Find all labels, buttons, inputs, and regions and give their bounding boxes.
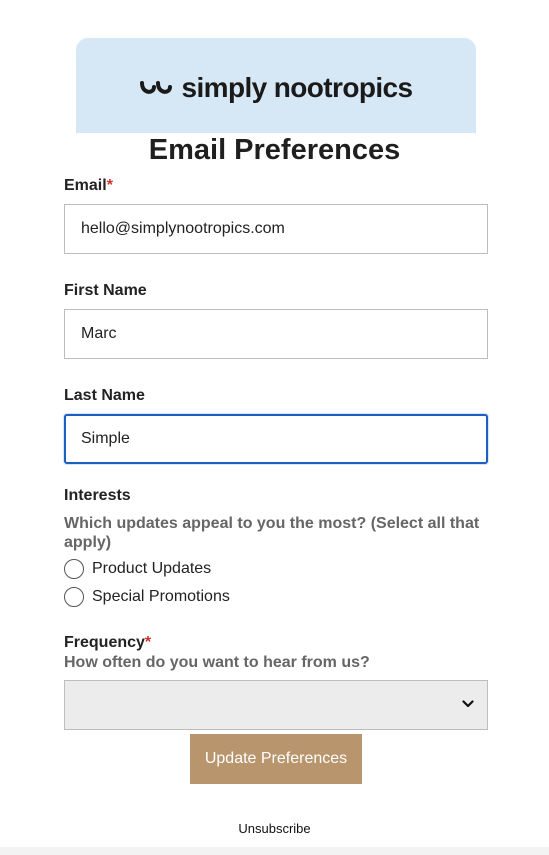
first-name-field-group: First Name [64, 281, 488, 359]
interests-label: Interests [64, 487, 131, 504]
first-name-field[interactable] [64, 309, 488, 359]
email-field[interactable] [64, 204, 488, 254]
page-title: Email Preferences [148, 134, 401, 166]
option-label: Product Updates [92, 560, 212, 577]
smile-logo-icon [139, 80, 172, 94]
last-name-field-group: Last Name [64, 386, 488, 464]
last-name-field[interactable] [64, 414, 488, 464]
frequency-label: Frequency* [64, 634, 152, 651]
update-preferences-button[interactable]: Update Preferences [190, 734, 362, 784]
interest-option-product-updates[interactable]: Product Updates [64, 555, 488, 583]
option-label: Special Promotions [92, 588, 230, 605]
email-field-group: Email* [64, 176, 488, 254]
chevron-down-icon [462, 700, 474, 708]
interest-option-special-promotions[interactable]: Special Promotions [64, 583, 488, 611]
radio-special-promotions[interactable] [64, 587, 84, 607]
logo-banner: simply nootropics [76, 38, 476, 133]
bottom-strip [0, 847, 549, 855]
interests-help-text: Which updates appeal to you the most? (S… [64, 515, 480, 551]
logo-text: simply nootropics [181, 71, 414, 103]
radio-product-updates[interactable] [64, 559, 84, 579]
frequency-help-text: How often do you want to hear from us? [64, 654, 370, 671]
first-name-label: First Name [64, 282, 147, 299]
unsubscribe-link[interactable]: Unsubscribe [0, 821, 549, 836]
frequency-group: Frequency* How often do you want to hear… [64, 633, 488, 730]
email-label: Email* [64, 177, 113, 194]
interests-group: Interests Which updates appeal to you th… [64, 486, 488, 611]
preferences-form: Email* First Name Last Name Interests Wh… [64, 176, 488, 757]
required-marker: * [144, 634, 152, 651]
brand-logo: simply nootropics [139, 71, 414, 104]
frequency-select[interactable] [64, 680, 488, 730]
required-marker: * [106, 177, 113, 194]
last-name-label: Last Name [64, 387, 145, 404]
email-preferences-page: simply nootropics Email Preferences Emai… [0, 0, 549, 855]
